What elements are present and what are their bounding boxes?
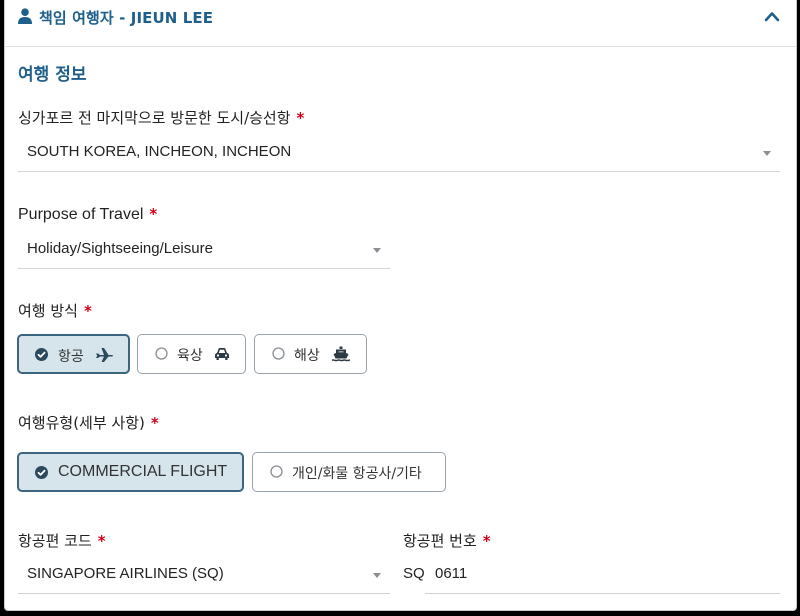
ship-icon: [331, 346, 351, 362]
last-city-label: 싱가포르 전 마지막으로 방문한 도시/승선항 *: [18, 107, 304, 128]
purpose-value: Holiday/Sightseeing/Leisure: [27, 240, 213, 257]
flight-code-label-text: 항공편 코드: [18, 532, 92, 550]
flight-number-label: 항공편 번호 *: [403, 530, 491, 551]
travel-mode-land-label: 육상: [177, 348, 203, 364]
travel-type-private-label: 개인/화물 항공사/기타: [292, 466, 422, 482]
flight-code-value: SINGAPORE AIRLINES (SQ): [27, 565, 224, 582]
panel-header[interactable]: 책임 여행자 - JIEUN LEE: [5, 0, 796, 47]
car-icon: [215, 348, 229, 360]
last-city-select[interactable]: SOUTH KOREA, INCHEON, INCHEON: [18, 136, 780, 172]
purpose-label-text: Purpose of Travel: [18, 206, 144, 223]
flight-number-input[interactable]: 0611: [425, 558, 780, 594]
travel-type-commercial-label: COMMERCIAL FLIGHT: [58, 463, 228, 480]
user-icon: [18, 8, 32, 24]
travel-mode-land[interactable]: 육상: [137, 334, 246, 374]
travel-mode-air[interactable]: 항공: [17, 334, 130, 374]
radio-empty-icon: [270, 465, 283, 478]
chevron-up-icon[interactable]: [764, 9, 780, 23]
plane-icon: [96, 348, 113, 362]
purpose-select[interactable]: Holiday/Sightseeing/Leisure: [18, 233, 390, 269]
required-marker: *: [149, 205, 158, 223]
travel-type-commercial[interactable]: COMMERCIAL FLIGHT: [17, 452, 244, 492]
radio-empty-icon: [155, 347, 168, 360]
last-city-label-text: 싱가포르 전 마지막으로 방문한 도시/승선항: [18, 109, 291, 127]
required-marker: *: [97, 532, 106, 550]
flight-number-label-text: 항공편 번호: [403, 532, 477, 550]
travel-mode-air-label: 항공: [58, 349, 84, 365]
required-marker: *: [296, 109, 305, 127]
required-marker: *: [150, 414, 159, 432]
check-circle-icon: [35, 348, 48, 361]
travel-mode-sea-label: 해상: [294, 348, 320, 364]
flight-code-select[interactable]: SINGAPORE AIRLINES (SQ): [18, 558, 390, 594]
dropdown-caret-icon: [763, 151, 771, 156]
travel-type-private[interactable]: 개인/화물 항공사/기타: [252, 452, 446, 492]
travel-type-label-text: 여행유형(세부 사항): [18, 414, 145, 432]
dropdown-caret-icon: [373, 248, 381, 253]
flight-code-label: 항공편 코드 *: [18, 530, 106, 551]
panel-title: 책임 여행자 - JIEUN LEE: [39, 9, 214, 27]
required-marker: *: [482, 532, 491, 550]
flight-number-field: SQ 0611: [403, 558, 780, 594]
travel-mode-label-text: 여행 방식: [18, 302, 78, 320]
required-marker: *: [83, 302, 92, 320]
flight-number-value: 0611: [435, 565, 468, 582]
last-city-value: SOUTH KOREA, INCHEON, INCHEON: [27, 143, 292, 160]
flight-number-prefix: SQ: [403, 565, 425, 582]
travel-mode-label: 여행 방식 *: [18, 300, 92, 321]
check-circle-icon: [35, 466, 48, 479]
travel-mode-sea[interactable]: 해상: [254, 334, 367, 374]
purpose-label: Purpose of Travel *: [18, 205, 157, 224]
traveller-panel: 책임 여행자 - JIEUN LEE 여행 정보 싱가포르 전 마지막으로 방문…: [4, 0, 797, 611]
travel-type-label: 여행유형(세부 사항) *: [18, 412, 159, 433]
section-title: 여행 정보: [18, 65, 87, 85]
dropdown-caret-icon: [373, 573, 381, 578]
radio-empty-icon: [272, 347, 285, 360]
